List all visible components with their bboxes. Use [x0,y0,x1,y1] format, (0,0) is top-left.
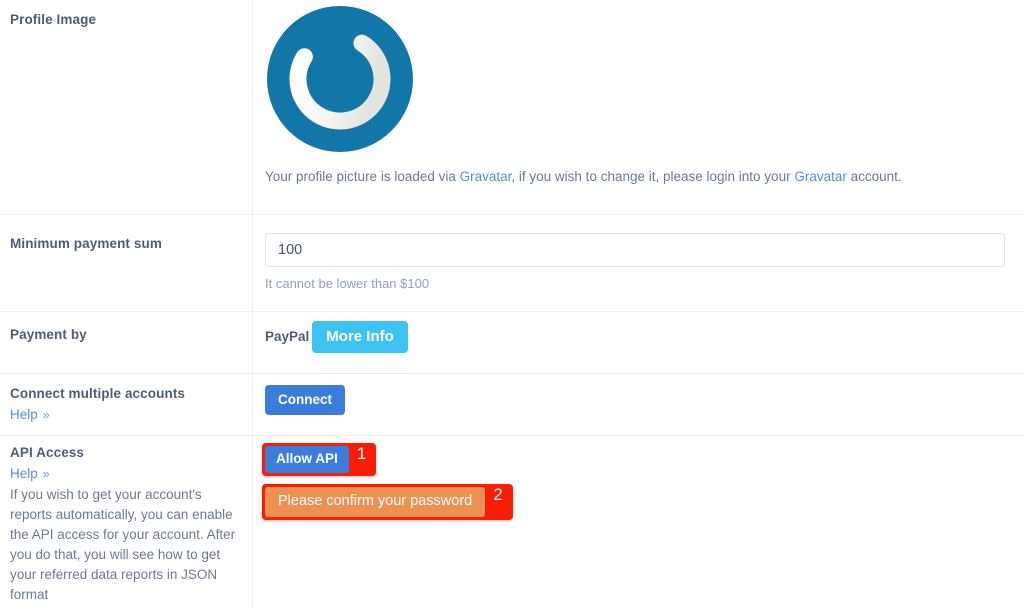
row-minimum-payment-sum: Minimum payment sum It cannot be lower t… [0,215,1024,312]
connect-help-label: Help [10,407,38,422]
connect-multiple-accounts-label: Connect multiple accounts [10,386,186,401]
caption-text-2: , if you wish to change it, please login… [511,169,795,184]
double-chevron-right-icon: » [42,466,50,481]
minimum-payment-hint: It cannot be lower than $100 [265,276,430,291]
gravatar-link-1[interactable]: Gravatar [460,169,512,184]
api-help-link[interactable]: Help » [10,465,50,483]
minimum-payment-sum-label: Minimum payment sum [10,236,162,251]
confirm-password-button[interactable]: Please confirm your password [265,487,486,517]
api-access-label: API Access [10,445,85,460]
row-connect-label-cell: Connect multiple accounts Help » [0,374,253,435]
annotation-2: Please confirm your password 2 [262,484,513,520]
row-connect-multiple-accounts: Connect multiple accounts Help » Connect [0,374,1024,436]
api-access-description: If you wish to get your account's report… [10,487,236,602]
annotation-1-number: 1 [356,444,367,463]
row-payment-by-label-cell: Payment by [0,312,253,373]
double-chevron-right-icon: » [42,407,50,422]
gravatar-logo-icon [266,5,414,153]
connect-button[interactable]: Connect [265,385,345,415]
payment-provider-name: PayPal [265,329,310,344]
connect-help-link[interactable]: Help » [10,406,50,424]
row-connect-body: Connect [253,374,1024,427]
caption-text-1: Your profile picture is loaded via [265,169,460,184]
row-minimum-payment-label-cell: Minimum payment sum [0,215,253,311]
more-info-button[interactable]: More Info [312,321,408,353]
annotation-1: Allow API 1 [262,443,377,476]
profile-image-caption: Your profile picture is loaded via Grava… [265,168,1006,186]
caption-text-3: account. [846,169,902,184]
row-profile-image: Profile Image Your profile picture is lo… [0,0,1024,215]
allow-api-button[interactable]: Allow API [265,446,349,473]
payment-by-label: Payment by [10,327,87,342]
row-profile-image-body: Your profile picture is loaded via Grava… [253,0,1024,198]
api-help-label: Help [10,466,38,481]
row-api-access: API Access Help » If you wish to get you… [0,436,1024,607]
gravatar-link-2[interactable]: Gravatar [794,169,847,184]
row-minimum-payment-body: It cannot be lower than $100 [253,215,1024,304]
minimum-payment-sum-input[interactable] [265,233,1005,267]
row-api-access-label-cell: API Access Help » If you wish to get you… [0,436,253,607]
row-payment-by: Payment by PayPal More Info [0,312,1024,374]
annotation-2-number: 2 [493,485,503,504]
settings-form-page: Profile Image Your profile picture is lo… [0,0,1024,609]
row-payment-by-body: PayPal More Info [253,312,1024,365]
row-profile-image-label-cell: Profile Image [0,0,253,214]
profile-image-label: Profile Image [10,12,97,27]
